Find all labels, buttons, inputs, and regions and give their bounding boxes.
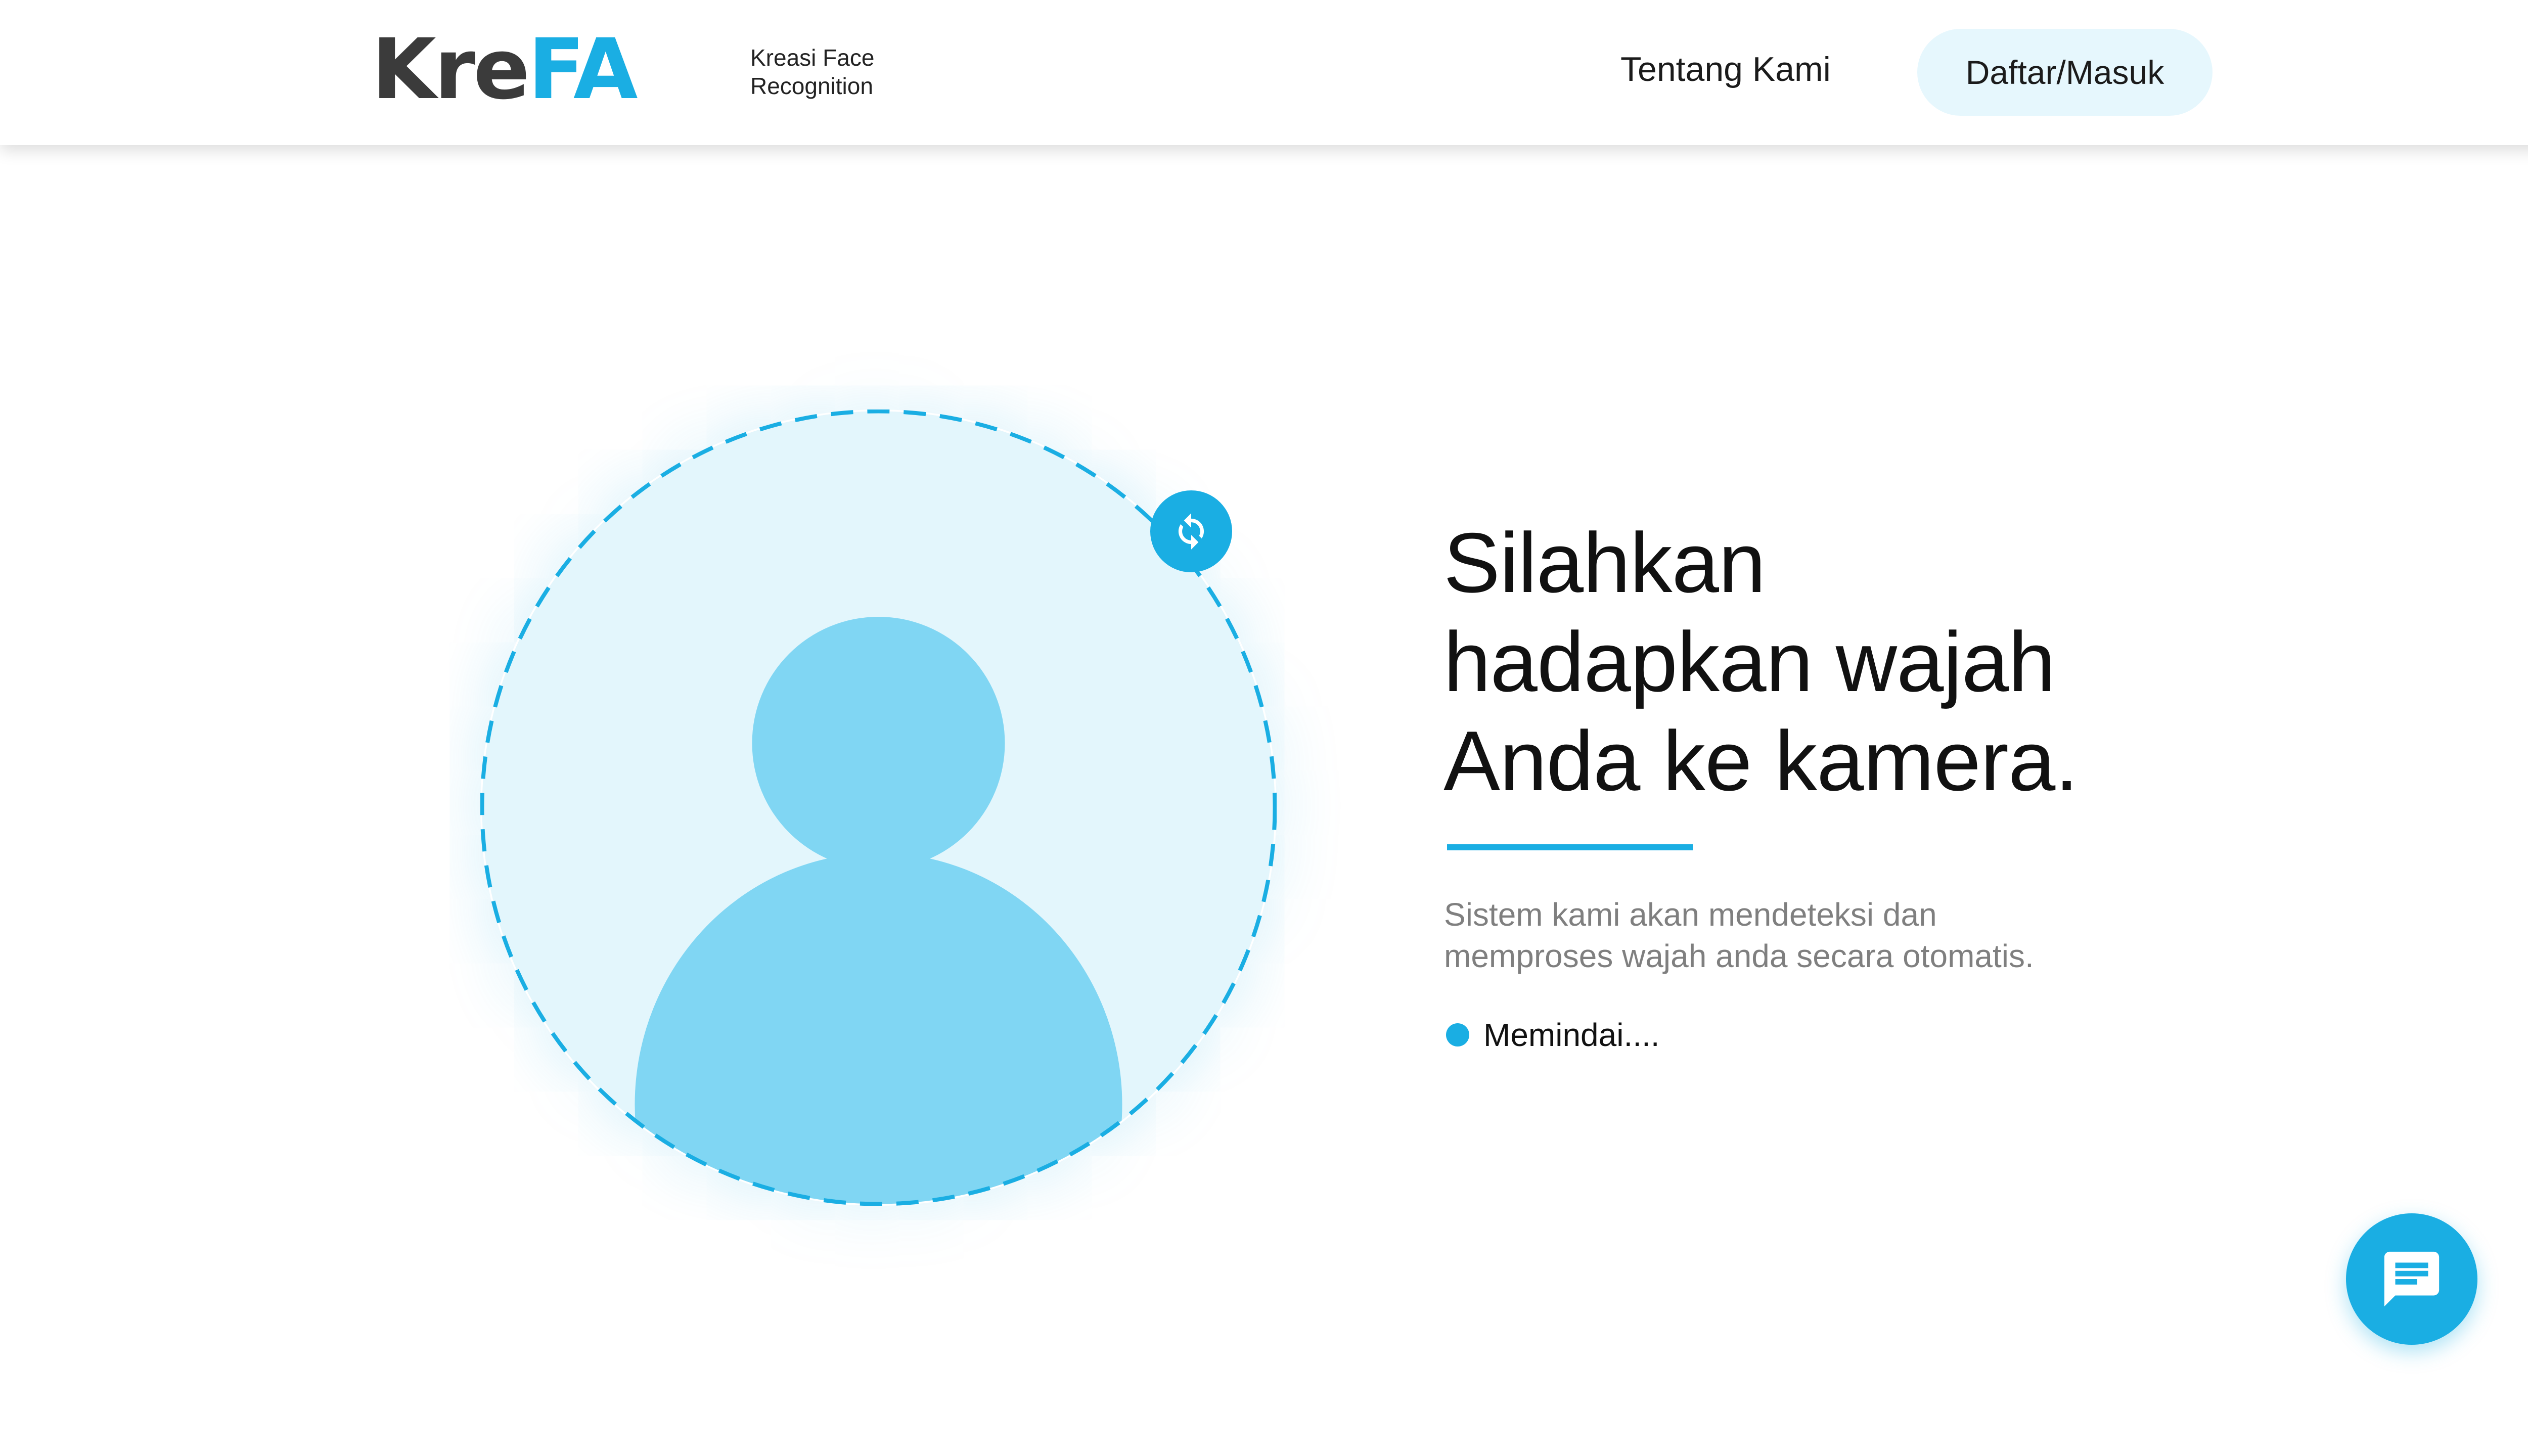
- headline-line-3: Anda ke kamera.: [1443, 713, 2079, 808]
- register-login-button[interactable]: Daftar/Masuk: [1917, 29, 2213, 116]
- headline-line-2: hadapkan wajah: [1443, 614, 2056, 709]
- status-label: Memindai....: [1483, 1017, 1660, 1053]
- headline-line-1: Silahkan: [1443, 515, 1766, 610]
- accent-divider: [1447, 844, 1693, 850]
- instruction-headline: Silahkan hadapkan wajah Anda ke kamera.: [1443, 513, 2079, 810]
- scan-status: Memindai....: [1446, 1016, 1660, 1054]
- chat-icon: [2384, 1251, 2440, 1307]
- refresh-camera-button[interactable]: [1150, 490, 1232, 572]
- description-line-1: Sistem kami akan mendeteksi dan: [1444, 896, 1937, 933]
- logo-text-kre: Kre: [372, 21, 530, 118]
- tagline-line-2: Recognition: [750, 73, 873, 99]
- chat-button[interactable]: [2346, 1213, 2477, 1345]
- description-line-2: memproses wajah anda secara otomatis.: [1444, 938, 2034, 974]
- status-dot-icon: [1446, 1023, 1469, 1046]
- nav-link-about-us[interactable]: Tentang Kami: [1620, 50, 1831, 89]
- logo-tagline: Kreasi Face Recognition: [750, 43, 874, 100]
- instruction-description: Sistem kami akan mendeteksi dan memprose…: [1444, 894, 2034, 977]
- logo-text-fa: FA: [528, 21, 638, 118]
- tagline-line-1: Kreasi Face: [750, 44, 875, 71]
- krefa-logo[interactable]: KreFA: [372, 28, 638, 111]
- refresh-icon: [1178, 513, 1204, 550]
- top-navbar: KreFA Kreasi Face Recognition Tentang Ka…: [0, 0, 2528, 145]
